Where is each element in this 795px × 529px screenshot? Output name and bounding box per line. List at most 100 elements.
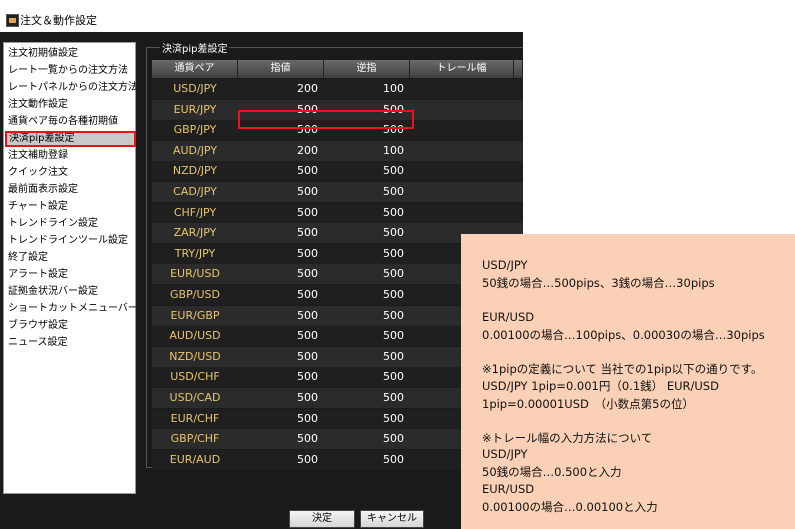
sidebar-item[interactable]: トレンドライン設定 (5, 216, 136, 232)
window-title: 注文＆動作設定 (20, 14, 97, 27)
trail-cell[interactable] (410, 203, 514, 223)
highlight-usdjpy-values (238, 110, 414, 129)
table-row[interactable]: AUD/JPY 200 100 (152, 140, 523, 161)
stop-cell[interactable]: 100 (324, 79, 410, 99)
pair-cell: CAD/JPY (173, 185, 217, 198)
stop-cell[interactable]: 500 (324, 388, 410, 408)
stop-cell[interactable]: 500 (324, 161, 410, 181)
sidebar-item[interactable]: レート一覧からの注文方法 (5, 63, 136, 79)
sidebar-item[interactable]: 証拠金状況バー設定 (5, 284, 136, 300)
sidebar-item[interactable]: クイック注文 (5, 165, 136, 181)
sidebar-item[interactable]: 注文初期値設定 (5, 46, 136, 62)
group-title: 決済pip差設定 (160, 40, 230, 55)
sidebar-item[interactable]: 終了設定 (5, 250, 136, 266)
table-row[interactable]: NZD/JPY 500 500 (152, 161, 523, 182)
note-line: 50銭の場合…0.500と入力 (482, 465, 622, 480)
stop-cell[interactable]: 500 (324, 203, 410, 223)
pair-cell: NZD/USD (169, 349, 221, 363)
stop-cell[interactable]: 500 (324, 409, 410, 429)
limit-cell[interactable]: 500 (238, 161, 324, 181)
stop-cell[interactable]: 500 (324, 326, 410, 346)
table-row[interactable]: CHF/JPY 500 500 (152, 202, 523, 223)
limit-cell[interactable]: 500 (238, 367, 324, 387)
limit-cell[interactable]: 500 (238, 450, 324, 470)
column-header-pair[interactable]: 通貨ペア (152, 60, 238, 78)
stop-cell[interactable]: 500 (324, 450, 410, 470)
note-line: USD/JPY (482, 258, 528, 272)
cancel-button[interactable]: キャンセル (360, 510, 424, 528)
settings-window: 注文初期値設定 レート一覧からの注文方法 レートパネルからの注文方法 注文動作設定 通貨… (0, 32, 523, 529)
limit-cell[interactable]: 500 (238, 429, 324, 449)
trail-cell[interactable] (410, 141, 514, 161)
stop-cell[interactable]: 500 (324, 223, 410, 243)
pair-cell: GBP/USD (170, 288, 220, 301)
stop-cell[interactable]: 100 (324, 141, 410, 161)
limit-cell[interactable]: 500 (238, 182, 324, 202)
note-line: 0.00100の場合…0.00100と入力 (482, 499, 658, 514)
limit-cell[interactable]: 500 (238, 326, 324, 346)
limit-cell[interactable]: 500 (238, 388, 324, 408)
sidebar-item[interactable]: チャート設定 (5, 199, 136, 215)
sidebar-item[interactable]: ショートカットメニューバー設定 (5, 301, 136, 317)
limit-cell[interactable]: 500 (238, 347, 324, 367)
pair-cell: EUR/CHF (170, 411, 220, 425)
pair-cell: CHF/JPY (173, 205, 217, 219)
limit-cell[interactable]: 500 (238, 203, 324, 223)
pair-cell: USD/JPY (173, 82, 217, 95)
stop-cell[interactable]: 500 (324, 285, 410, 305)
stop-cell[interactable]: 500 (324, 429, 410, 449)
sidebar-item[interactable]: レートパネルからの注文方法 (5, 80, 136, 96)
pair-cell: AUD/JPY (172, 143, 218, 157)
pair-cell: USD/CHF (170, 370, 220, 384)
table-row[interactable]: USD/JPY 200 100 (152, 79, 523, 99)
pair-cell: EUR/AUD (169, 452, 221, 466)
trail-cell[interactable] (410, 182, 514, 202)
limit-cell[interactable]: 500 (238, 223, 324, 243)
column-header-filler (514, 60, 523, 78)
column-header-trail[interactable]: トレール幅 (410, 60, 514, 78)
sidebar-item[interactable]: 通貨ペア毎の各種初期値 (5, 114, 136, 130)
trail-cell[interactable] (410, 120, 514, 140)
stop-cell[interactable]: 500 (324, 347, 410, 367)
sidebar-item[interactable]: ブラウザ設定 (5, 318, 136, 334)
note-line: ※トレール幅の入力方法について (482, 431, 653, 445)
settings-sidebar: 注文初期値設定 レート一覧からの注文方法 レートパネルからの注文方法 注文動作設定 通貨… (3, 42, 136, 494)
note-line: USD/JPY (482, 447, 528, 462)
limit-cell[interactable]: 500 (238, 264, 324, 284)
stop-cell[interactable]: 500 (324, 264, 410, 284)
limit-cell[interactable]: 200 (238, 141, 324, 161)
sidebar-item[interactable]: 注文補助登録 (5, 148, 136, 164)
pair-cell: USD/CAD (169, 391, 221, 404)
stop-cell[interactable]: 500 (324, 367, 410, 387)
limit-cell[interactable]: 500 (238, 244, 324, 264)
stop-cell[interactable]: 500 (324, 306, 410, 326)
stop-cell[interactable]: 500 (324, 244, 410, 264)
pair-cell: GBP/JPY (173, 123, 217, 137)
note-line: EUR/USD (482, 309, 535, 324)
limit-cell[interactable]: 500 (238, 306, 324, 326)
limit-cell[interactable]: 200 (238, 79, 324, 99)
ok-button[interactable]: 決定 (289, 510, 355, 528)
trail-cell[interactable] (410, 161, 514, 181)
limit-cell[interactable]: 500 (238, 285, 324, 305)
column-header-stop[interactable]: 逆指 (324, 60, 410, 78)
note-line: EUR/USD (482, 481, 535, 496)
sidebar-item[interactable]: ニュース設定 (5, 335, 136, 351)
column-header-limit[interactable]: 指値 (238, 60, 324, 78)
trail-cell[interactable] (410, 79, 514, 99)
sidebar-item[interactable]: トレンドラインツール設定 (5, 233, 136, 249)
note-line: 1pip=0.00001USD （小数点第5の位） (482, 396, 694, 411)
sidebar-item[interactable]: アラート設定 (5, 267, 136, 283)
sidebar-item[interactable]: 決済pip差設定 (5, 131, 136, 147)
pair-cell: TRY/JPY (174, 246, 216, 260)
explanation-note: USD/JPY 50銭の場合…500pips、3銭の場合…30pips EUR/US… (461, 234, 795, 529)
trail-cell[interactable] (410, 100, 514, 120)
limit-cell[interactable]: 500 (238, 409, 324, 429)
note-line: USD/JPY 1pip=0.001円（0.1銭） EUR/USD (482, 379, 719, 394)
table-row[interactable]: CAD/JPY 500 500 (152, 182, 523, 202)
sidebar-item[interactable]: 最前面表示設定 (5, 182, 136, 198)
app-icon (6, 14, 19, 27)
sidebar-item[interactable]: 注文動作設定 (5, 97, 136, 113)
pair-cell: EUR/USD (170, 267, 220, 281)
stop-cell[interactable]: 500 (324, 182, 410, 202)
